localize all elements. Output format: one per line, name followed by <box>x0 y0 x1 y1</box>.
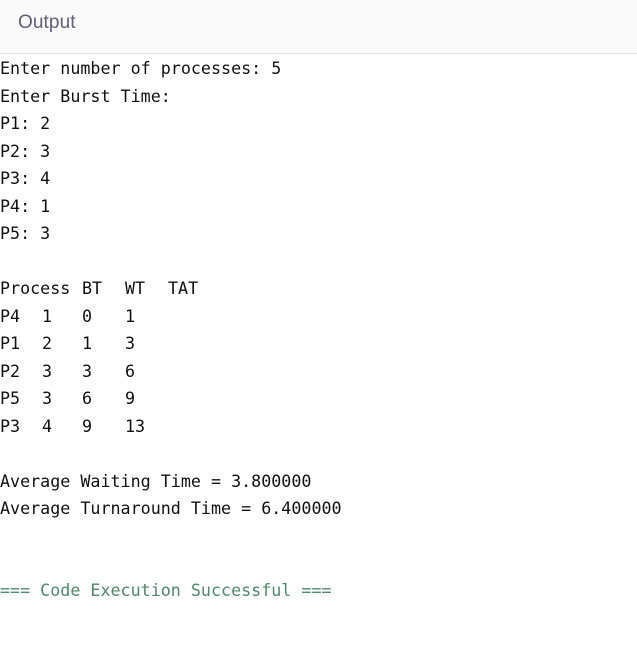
table-cell: 9 <box>82 415 93 436</box>
table-cell: 4 <box>42 415 53 436</box>
average-waiting-time: Average Waiting Time = 3.800000 <box>0 470 312 491</box>
table-cell: P3 <box>0 415 21 436</box>
output-header: Output <box>0 0 637 54</box>
table-cell: P2 <box>0 360 21 381</box>
table-header-cell: Process <box>0 278 71 298</box>
table-cell: P1 <box>0 333 21 353</box>
table-cell: 9 <box>125 388 136 408</box>
burst-input-line: P3: 4 <box>0 168 51 188</box>
table-cell: 0 <box>82 305 93 326</box>
table-header: Process BT WT TAT <box>0 275 637 303</box>
execution-status: === Code Execution Successful === <box>0 580 332 600</box>
table-header-cell: BT <box>82 278 103 298</box>
console-output: Enter number of processes: 5 Enter Burst… <box>0 55 637 523</box>
table-row: P2 3 3 6 <box>0 358 637 386</box>
average-turnaround-time: Average Turnaround Time = 6.400000 <box>0 498 342 518</box>
output-panel: Output Enter number of processes: 5 Ente… <box>0 0 637 650</box>
prompt-burst-time: Enter Burst Time: <box>0 85 171 106</box>
prompt-process-count: Enter number of processes: 5 <box>0 58 282 78</box>
table-cell: 2 <box>42 333 53 353</box>
burst-input-line: P5: 3 <box>0 223 51 243</box>
table-cell: 13 <box>125 415 146 436</box>
burst-input-line: P2: 3 <box>0 140 51 161</box>
burst-input-line: P4: 1 <box>0 195 51 216</box>
table-cell: 1 <box>125 305 136 326</box>
table-cell: 3 <box>125 333 136 353</box>
table-row: P5 3 6 9 <box>0 385 637 413</box>
table-cell: 1 <box>82 333 93 353</box>
table-row: P1 2 1 3 <box>0 330 637 358</box>
table-cell: P4 <box>0 305 21 326</box>
table-cell: 6 <box>82 388 93 408</box>
table-cell: 3 <box>42 388 53 408</box>
burst-input-line: P1: 2 <box>0 113 51 133</box>
table-cell: P5 <box>0 388 21 408</box>
table-header-cell: TAT <box>168 278 199 298</box>
table-row: P4 1 0 1 <box>0 303 637 331</box>
table-header-cell: WT <box>125 278 146 298</box>
table-cell: 1 <box>42 305 53 326</box>
table-cell: 3 <box>82 360 93 381</box>
table-row: P3 4 9 13 <box>0 413 637 441</box>
table-cell: 3 <box>42 360 53 381</box>
output-title: Output <box>18 12 76 33</box>
table-cell: 6 <box>125 360 136 381</box>
